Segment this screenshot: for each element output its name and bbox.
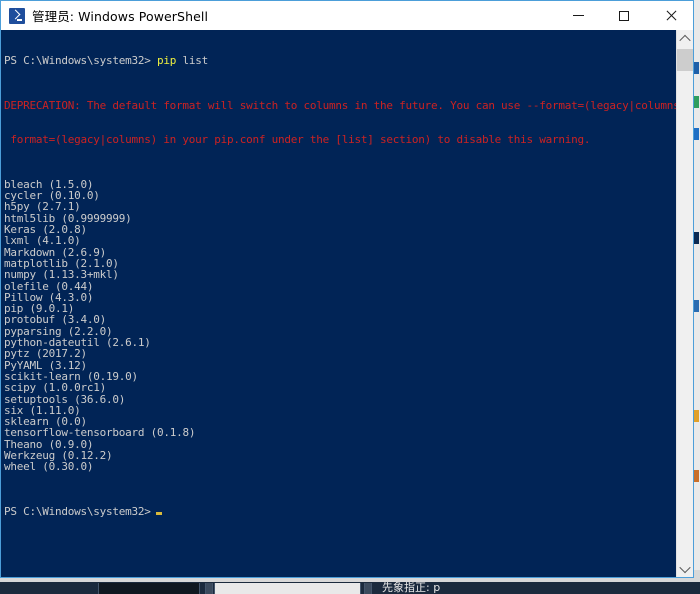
maximize-button[interactable] bbox=[601, 1, 647, 30]
close-button[interactable] bbox=[647, 1, 693, 30]
console-scrollbar[interactable] bbox=[676, 30, 693, 577]
console-command-line: PS C:\Windows\system32> pip list bbox=[4, 53, 676, 67]
package-version: 36.6.0 bbox=[80, 392, 119, 406]
command-name: pip bbox=[156, 53, 177, 67]
prompt-text: PS C:\Windows\system32> bbox=[4, 53, 151, 67]
chevron-up-icon[interactable] bbox=[677, 30, 693, 47]
console-final-prompt-line: PS C:\Windows\system32> bbox=[4, 505, 676, 519]
package-row: olefile (0.44) bbox=[4, 279, 94, 293]
window-controls bbox=[555, 1, 693, 30]
chevron-down-icon[interactable] bbox=[677, 560, 693, 577]
package-row: Pillow (4.3.0) bbox=[4, 290, 94, 304]
taskbar-item[interactable] bbox=[364, 583, 372, 594]
package-row: setuptools (36.6.0) bbox=[4, 392, 126, 406]
command-args: list bbox=[182, 53, 208, 67]
package-version: 0.1.8 bbox=[156, 426, 189, 440]
scrollbar-thumb[interactable] bbox=[677, 49, 693, 71]
deprecation-warning-line-2: format=(legacy|columns) in your pip.conf… bbox=[4, 132, 591, 146]
block-cursor bbox=[155, 512, 162, 516]
powershell-icon bbox=[9, 7, 25, 24]
console-output[interactable]: PS C:\Windows\system32> pip list DEPRECA… bbox=[1, 30, 676, 577]
package-row: bleach (1.5.0) bbox=[4, 177, 94, 191]
package-row: Werkzeug (0.12.2) bbox=[4, 448, 113, 462]
minimize-button[interactable] bbox=[555, 1, 601, 30]
package-row: Keras (2.0.8) bbox=[4, 223, 87, 237]
final-prompt-text: PS C:\Windows\system32> bbox=[4, 505, 151, 519]
taskbar-label: 先象指正: p bbox=[382, 582, 441, 594]
package-row: six (1.11.0) bbox=[4, 403, 81, 417]
package-row: wheel (0.30.0) bbox=[4, 460, 94, 474]
package-row: cycler (0.10.0) bbox=[4, 189, 100, 203]
package-row: pytz (2017.2) bbox=[4, 347, 87, 361]
close-icon bbox=[665, 10, 676, 21]
taskbar-item[interactable] bbox=[214, 583, 361, 594]
package-name: wheel bbox=[4, 460, 36, 474]
package-version: 2.6.1 bbox=[112, 336, 145, 350]
package-row: tensorflow-tensorboard (0.1.8) bbox=[4, 426, 196, 440]
taskbar-item[interactable] bbox=[205, 583, 213, 594]
package-version: 0.30.0 bbox=[48, 460, 88, 474]
package-row: numpy (1.13.3+mkl) bbox=[4, 268, 119, 282]
powershell-window: 管理员: Windows PowerShell PS C:\Windows\sy… bbox=[0, 0, 694, 578]
taskbar[interactable]: 先象指正: p bbox=[0, 582, 700, 594]
console-area: PS C:\Windows\system32> pip list DEPRECA… bbox=[1, 30, 693, 577]
taskbar-item[interactable] bbox=[98, 583, 200, 594]
minimize-icon bbox=[572, 15, 584, 16]
window-titlebar[interactable]: 管理员: Windows PowerShell bbox=[1, 1, 693, 30]
maximize-icon bbox=[619, 10, 629, 21]
deprecation-warning-line-1: DEPRECATION: The default format will swi… bbox=[4, 98, 676, 112]
package-row: html5lib (0.9999999) bbox=[4, 211, 132, 225]
package-row: python-dateutil (2.6.1) bbox=[4, 336, 151, 350]
package-list: bleach (1.5.0) cycler (0.10.0) h5py (2.7.1… bbox=[4, 179, 676, 473]
window-title: 管理员: Windows PowerShell bbox=[32, 9, 209, 24]
